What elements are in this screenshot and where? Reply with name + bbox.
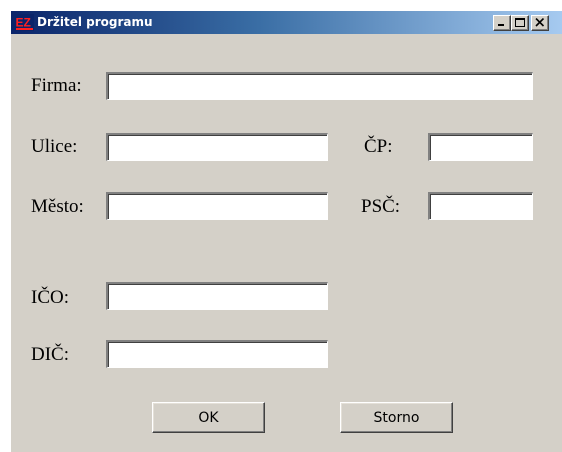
minimize-icon	[498, 24, 504, 26]
firma-field[interactable]	[106, 72, 533, 100]
firma-label: Firma:	[31, 75, 82, 96]
close-button[interactable]	[531, 15, 549, 31]
window-title: Držitel programu	[37, 15, 153, 29]
maximize-icon	[515, 18, 525, 27]
mesto-label: Město:	[31, 196, 84, 217]
ulice-field[interactable]	[106, 133, 328, 161]
cancel-button[interactable]: Storno	[340, 402, 453, 433]
cp-field[interactable]	[428, 133, 533, 161]
psc-label: PSČ:	[361, 196, 401, 217]
minimize-button[interactable]	[493, 15, 511, 31]
cp-label: ČP:	[364, 136, 393, 157]
close-icon	[535, 18, 545, 27]
mesto-field[interactable]	[106, 192, 328, 220]
psc-field[interactable]	[428, 192, 533, 220]
ulice-label: Ulice:	[31, 136, 78, 157]
ico-label: IČO:	[31, 287, 69, 308]
dic-label: DIČ:	[31, 344, 69, 365]
dic-field[interactable]	[106, 340, 328, 368]
dialog-window: EZ Držitel programu Firma: Ulice: ČP: Mě…	[11, 11, 562, 452]
title-bar[interactable]: EZ Držitel programu	[11, 11, 562, 34]
svg-text:EZ: EZ	[16, 16, 31, 30]
maximize-button[interactable]	[511, 15, 529, 31]
app-logo-icon: EZ	[15, 14, 34, 31]
ico-field[interactable]	[106, 282, 328, 310]
ok-button[interactable]: OK	[152, 402, 265, 433]
